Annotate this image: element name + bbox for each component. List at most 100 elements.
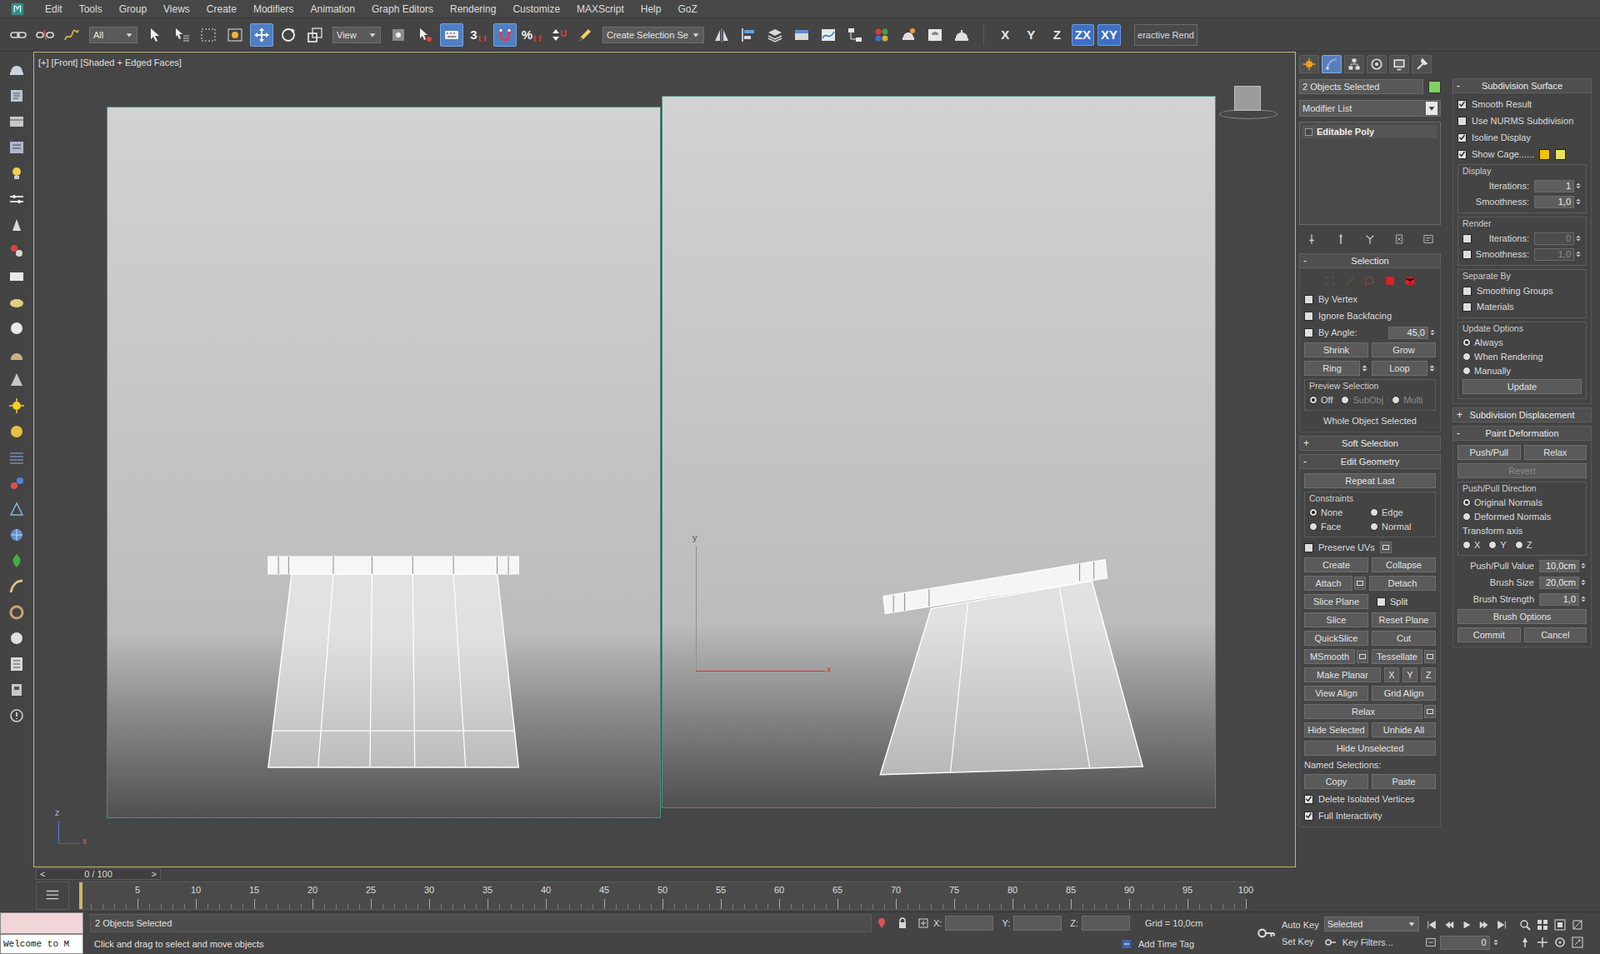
toolbar-button[interactable] bbox=[736, 23, 760, 47]
settings-button[interactable] bbox=[1354, 576, 1366, 590]
coordinate-input[interactable] bbox=[1013, 915, 1062, 931]
stack-tool-icon[interactable] bbox=[1333, 231, 1349, 247]
tool-icon[interactable] bbox=[6, 705, 27, 725]
panel-button[interactable]: Cancel bbox=[1524, 627, 1588, 643]
settings-button[interactable] bbox=[1424, 650, 1436, 664]
spinner[interactable]: 1 bbox=[1534, 180, 1582, 193]
panel-button[interactable]: Attach bbox=[1304, 575, 1366, 591]
toolbar-button[interactable] bbox=[870, 23, 894, 47]
radio-option[interactable]: X bbox=[1462, 539, 1480, 551]
toolbar-button[interactable] bbox=[6, 23, 30, 47]
spinner-arrows-icon[interactable] bbox=[1575, 196, 1582, 207]
menu-item[interactable]: Graph Editors bbox=[371, 3, 434, 15]
checkbox[interactable] bbox=[1462, 286, 1472, 296]
checkbox[interactable] bbox=[1304, 543, 1314, 553]
tool-icon[interactable] bbox=[6, 189, 27, 209]
checkbox[interactable] bbox=[1457, 116, 1467, 126]
radio-option[interactable]: Normal bbox=[1370, 520, 1431, 533]
checkbox[interactable] bbox=[1376, 597, 1386, 607]
rollout-toggle[interactable]: + bbox=[1303, 438, 1312, 449]
command-tab[interactable] bbox=[1366, 55, 1387, 74]
checkbox-row[interactable]: Ignore Backfacing bbox=[1304, 309, 1436, 323]
panel-button[interactable]: Unhide All bbox=[1371, 722, 1436, 738]
toolbar-button[interactable] bbox=[763, 23, 787, 47]
rollout-header[interactable]: -Subdivision Surface bbox=[1452, 78, 1592, 94]
radio-button[interactable] bbox=[1462, 338, 1471, 347]
toolbar-button[interactable] bbox=[413, 23, 437, 47]
command-tab[interactable] bbox=[1321, 55, 1342, 74]
panel-button[interactable]: QuickSlice bbox=[1304, 630, 1369, 646]
panel-button[interactable]: Tessellate bbox=[1371, 649, 1436, 665]
checkbox[interactable] bbox=[1462, 234, 1472, 244]
radio-option[interactable]: Face bbox=[1309, 520, 1370, 533]
radio-option[interactable]: When Rendering bbox=[1462, 350, 1582, 363]
radio-button[interactable] bbox=[1309, 395, 1318, 405]
track-menu[interactable] bbox=[35, 881, 70, 910]
checkbox-row[interactable]: Show Cage...... bbox=[1457, 147, 1587, 161]
listener-input[interactable] bbox=[0, 912, 84, 935]
panel-button[interactable]: Repeat Last bbox=[1304, 473, 1436, 489]
panel-button[interactable]: Copy bbox=[1304, 774, 1369, 790]
checkbox-row[interactable]: Delete Isolated Vertices bbox=[1304, 792, 1436, 806]
axis-constraint-button[interactable]: ZX bbox=[1071, 24, 1095, 46]
radio-button[interactable] bbox=[1515, 540, 1524, 550]
panel-button[interactable]: Detach bbox=[1369, 575, 1436, 591]
radio-option[interactable]: Always bbox=[1462, 336, 1582, 349]
toolbar-button[interactable] bbox=[710, 23, 734, 47]
checkbox[interactable] bbox=[1304, 795, 1314, 805]
tool-icon[interactable] bbox=[6, 240, 27, 260]
panel-button[interactable]: Commit bbox=[1457, 627, 1521, 643]
radio-button[interactable] bbox=[1462, 512, 1471, 521]
menu-item[interactable]: Modifiers bbox=[253, 3, 295, 15]
rollout-header[interactable]: +Subdivision Displacement bbox=[1452, 407, 1592, 423]
menu-item[interactable]: Tools bbox=[79, 3, 103, 15]
menu-item[interactable]: MAXScript bbox=[576, 3, 625, 15]
radio-option[interactable]: Deformed Normals bbox=[1462, 510, 1582, 523]
radio-option[interactable]: Y bbox=[1488, 539, 1506, 551]
toolbar-button[interactable] bbox=[143, 23, 167, 47]
panel-button[interactable]: MSmooth bbox=[1304, 649, 1355, 665]
radio-button[interactable] bbox=[1391, 395, 1400, 405]
spinner[interactable]: 1,0 bbox=[1534, 248, 1582, 261]
tool-icon[interactable] bbox=[6, 137, 27, 157]
toolbar-button[interactable] bbox=[896, 23, 920, 47]
viewport-label[interactable]: [+] [Front] [Shaded + Edged Faces] bbox=[38, 56, 182, 69]
track-ruler[interactable]: 5101520253035404550556065707580859095100 bbox=[79, 881, 1246, 910]
radio-option[interactable]: Multi bbox=[1391, 394, 1423, 406]
playback-icon[interactable] bbox=[1494, 917, 1510, 933]
radio-option[interactable]: Manually bbox=[1462, 365, 1582, 377]
rollout-toggle[interactable]: - bbox=[1456, 80, 1465, 91]
radio-button[interactable] bbox=[1462, 352, 1471, 361]
coordinate-input[interactable] bbox=[1081, 915, 1130, 931]
spinner-field[interactable]: 1,0 bbox=[1534, 248, 1575, 261]
subobject-level-icon[interactable] bbox=[1402, 273, 1418, 289]
cage-color-swatch[interactable] bbox=[1555, 149, 1566, 160]
tool-icon[interactable] bbox=[6, 421, 27, 441]
toolbar-button[interactable] bbox=[250, 23, 274, 47]
subobject-level-icon[interactable] bbox=[1322, 273, 1338, 289]
checkbox-row[interactable]: Smoothing Groups bbox=[1462, 284, 1582, 298]
radio-button[interactable] bbox=[1462, 540, 1471, 550]
tool-icon[interactable] bbox=[6, 473, 27, 493]
rollout-toggle[interactable]: - bbox=[1303, 255, 1312, 266]
menu-item[interactable]: Group bbox=[119, 3, 147, 15]
checkbox[interactable] bbox=[1462, 302, 1472, 312]
panel-button[interactable]: Grow bbox=[1371, 342, 1436, 358]
stack-tool-icon[interactable] bbox=[1304, 231, 1320, 247]
menu-item[interactable]: Animation bbox=[310, 3, 355, 15]
toolbar-button[interactable] bbox=[303, 23, 327, 47]
tool-icon[interactable] bbox=[6, 111, 27, 131]
stack-tool-icon[interactable] bbox=[1362, 231, 1378, 247]
spinner[interactable]: 45,0 bbox=[1388, 326, 1436, 340]
command-tab[interactable] bbox=[1411, 55, 1432, 74]
panel-button[interactable]: Reset Plane bbox=[1371, 612, 1436, 628]
rollout-header[interactable]: -Edit Geometry bbox=[1299, 454, 1441, 470]
spinner-field[interactable]: 1,0 bbox=[1539, 593, 1580, 606]
modifier-list-dropdown[interactable]: Modifier List bbox=[1299, 100, 1441, 117]
object-color-swatch[interactable] bbox=[1428, 80, 1441, 94]
checkbox-row[interactable]: By Angle:45,0 bbox=[1304, 325, 1436, 340]
navigation-icon[interactable] bbox=[1517, 917, 1533, 933]
panel-button[interactable]: Relax bbox=[1304, 704, 1436, 720]
panel-button[interactable]: X bbox=[1384, 667, 1400, 683]
checkbox[interactable] bbox=[1304, 311, 1314, 321]
